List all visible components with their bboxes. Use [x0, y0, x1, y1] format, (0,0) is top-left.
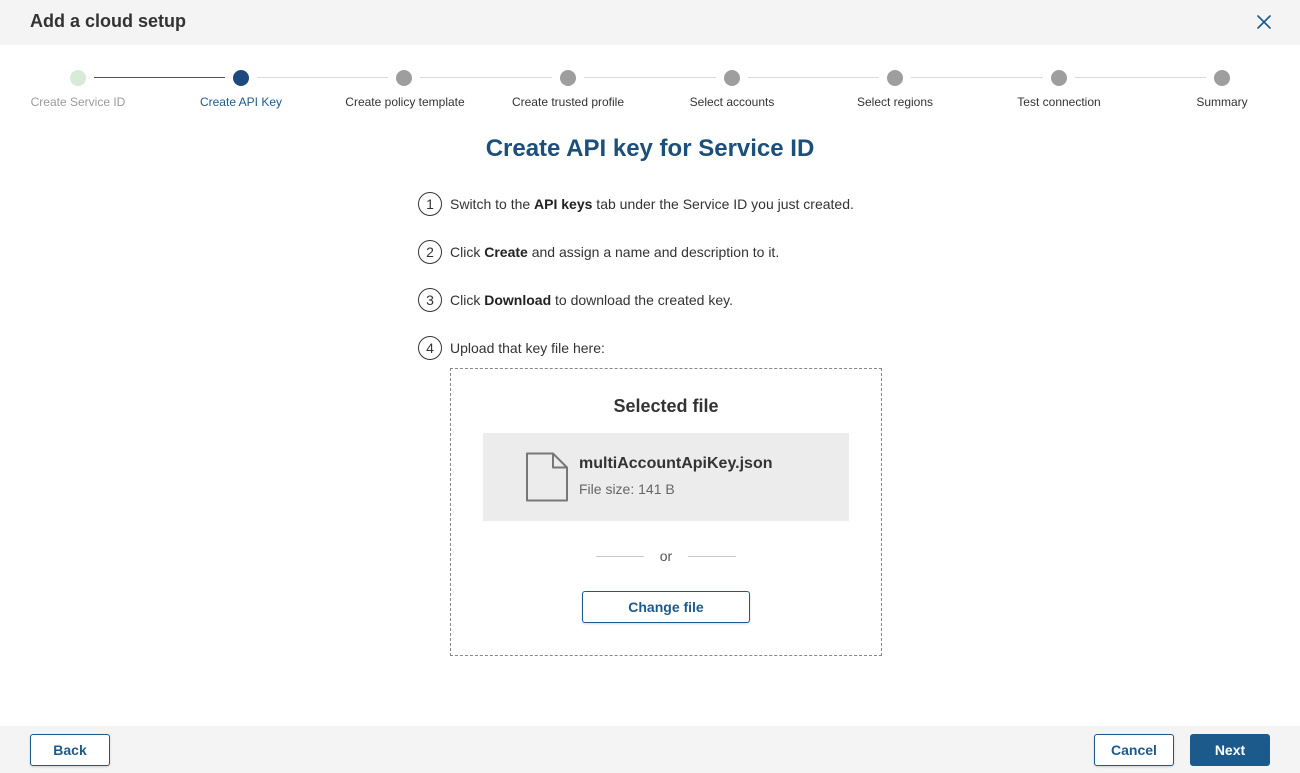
step-connector — [257, 77, 388, 78]
progress-stepper: Create Service ID Create API Key Create … — [0, 68, 1300, 114]
step-connector — [1075, 77, 1206, 78]
step-dot-create-policy-template — [396, 70, 412, 86]
cancel-button[interactable]: Cancel — [1094, 734, 1174, 766]
page-title: Create API key for Service ID — [485, 135, 815, 162]
or-separator: or — [659, 548, 673, 564]
file-icon — [525, 452, 569, 502]
instruction-text: Click Download to download the created k… — [450, 292, 733, 308]
step-connector — [94, 77, 225, 78]
step-dot-select-accounts — [724, 70, 740, 86]
step-label-select-accounts: Select accounts — [689, 95, 775, 109]
step-number-badge: 3 — [418, 288, 442, 312]
close-icon[interactable] — [1252, 10, 1276, 34]
step-label-summary: Summary — [1196, 95, 1248, 109]
step-number-badge: 1 — [418, 192, 442, 216]
step-label-create-trusted-profile: Create trusted profile — [511, 95, 625, 109]
next-button[interactable]: Next — [1190, 734, 1270, 766]
step-label-create-policy-template: Create policy template — [345, 95, 465, 109]
step-dot-summary — [1214, 70, 1230, 86]
instruction-text: Switch to the API keys tab under the Ser… — [450, 196, 854, 212]
step-connector — [911, 77, 1043, 78]
step-number-badge: 4 — [418, 336, 442, 360]
instruction-text: Click Create and assign a name and descr… — [450, 244, 780, 260]
instruction-step-1: 1 Switch to the API keys tab under the S… — [418, 192, 854, 216]
file-size: File size: 141 B — [579, 481, 675, 497]
step-label-create-service-id[interactable]: Create Service ID — [0, 95, 163, 109]
step-number-badge: 2 — [418, 240, 442, 264]
step-label-select-regions: Select regions — [856, 95, 934, 109]
step-dot-create-service-id[interactable] — [70, 70, 86, 86]
instruction-step-4: 4 Upload that key file here: — [418, 336, 605, 360]
instruction-step-3: 3 Click Download to download the created… — [418, 288, 733, 312]
back-button[interactable]: Back — [30, 734, 110, 766]
file-name: multiAccountApiKey.json — [579, 455, 773, 472]
step-dot-create-trusted-profile — [560, 70, 576, 86]
instruction-text: Upload that key file here: — [450, 340, 605, 356]
change-file-button[interactable]: Change file — [582, 591, 750, 623]
step-label-create-api-key: Create API Key — [199, 95, 283, 109]
step-dot-create-api-key — [233, 70, 249, 86]
step-connector — [748, 77, 879, 78]
step-connector — [420, 77, 552, 78]
step-connector — [584, 77, 716, 78]
divider — [688, 556, 736, 557]
instruction-step-2: 2 Click Create and assign a name and des… — [418, 240, 779, 264]
dialog-title: Add a cloud setup — [30, 11, 187, 31]
dialog-header: Add a cloud setup — [0, 0, 1300, 45]
dialog-footer: Back Cancel Next — [0, 726, 1300, 773]
file-dropzone[interactable]: Selected file multiAccountApiKey.json Fi… — [450, 368, 882, 656]
selected-file-heading: Selected file — [613, 396, 719, 416]
selected-file-card: multiAccountApiKey.json File size: 141 B — [483, 433, 849, 521]
step-dot-select-regions — [887, 70, 903, 86]
step-label-test-connection: Test connection — [1017, 95, 1101, 109]
step-dot-test-connection — [1051, 70, 1067, 86]
